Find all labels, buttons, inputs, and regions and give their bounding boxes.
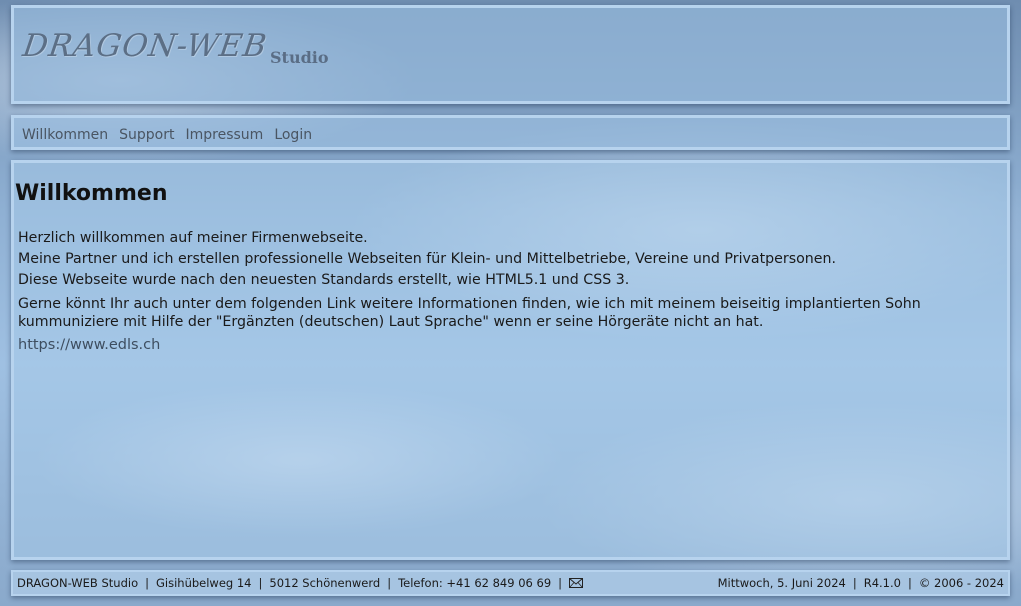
footer-right: Mittwoch, 5. Juni 2024 | R4.1.0 | © 2006… — [718, 576, 1004, 590]
footer-date: Mittwoch, 5. Juni 2024 — [717, 576, 846, 590]
footer-street: Gisihübelweg 14 — [155, 576, 252, 590]
nav-item-login[interactable]: Login — [271, 127, 320, 143]
site-logo-subtitle: Studio — [270, 48, 329, 67]
footer-left: DRAGON-WEB Studio | Gisihübelweg 14 | 50… — [17, 576, 584, 590]
footer-company: DRAGON-WEB Studio — [17, 576, 139, 590]
nav-list: Willkommen Support Impressum Login — [19, 124, 320, 143]
content-paragraph: Diese Webseite wurde nach den neuesten S… — [18, 272, 630, 288]
footer-separator: | — [852, 576, 857, 590]
footer-version: R4.1.0 — [863, 576, 901, 590]
edls-link[interactable]: https://www.edls.ch — [18, 336, 160, 354]
footer-phone: Telefon: +41 62 849 06 69 — [398, 576, 552, 590]
nav-item-impressum[interactable]: Impressum — [182, 127, 271, 143]
site-header: DRAGON-WEB Studio — [11, 5, 1010, 104]
nav-item-support[interactable]: Support — [116, 127, 182, 143]
footer-separator: | — [258, 576, 263, 590]
main-content: Willkommen Herzlich willkommen auf meine… — [11, 160, 1010, 560]
footer-separator: | — [387, 576, 392, 590]
footer-separator: | — [907, 576, 912, 590]
content-paragraph: Herzlich willkommen auf meiner Firmenweb… — [18, 230, 368, 246]
content-body: Herzlich willkommen auf meiner Firmenweb… — [18, 229, 1003, 354]
content-paragraph: Meine Partner und ich erstellen professi… — [18, 251, 837, 267]
main-navigation: Willkommen Support Impressum Login — [11, 115, 1010, 150]
content-paragraph: Gerne könnt Ihr auch unter dem folgenden… — [18, 296, 921, 330]
footer-city: 5012 Schönenwerd — [269, 576, 381, 590]
page-title: Willkommen — [15, 181, 168, 206]
footer-separator: | — [558, 576, 563, 590]
footer-copyright: © 2006 - 2024 — [918, 576, 1004, 590]
site-logo[interactable]: DRAGON-WEB — [20, 28, 269, 64]
envelope-icon[interactable] — [569, 578, 584, 588]
footer-separator: | — [145, 576, 149, 590]
nav-item-willkommen[interactable]: Willkommen — [19, 127, 116, 143]
site-footer: DRAGON-WEB Studio | Gisihübelweg 14 | 50… — [11, 570, 1010, 596]
